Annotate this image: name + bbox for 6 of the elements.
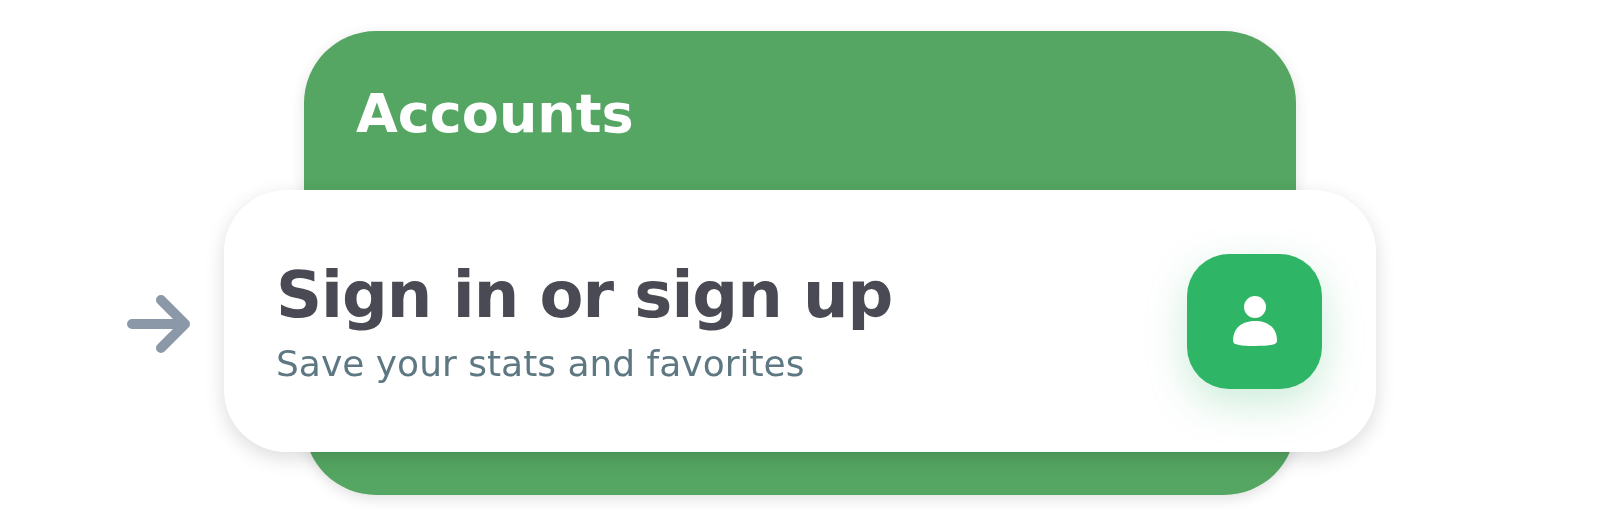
account-icon bbox=[1187, 253, 1322, 389]
arrow-right-icon bbox=[127, 295, 193, 353]
panel-title: Accounts bbox=[356, 81, 634, 147]
card-subtitle: Save your stats and favorites bbox=[276, 342, 806, 386]
card-title: Sign in or sign up bbox=[276, 257, 893, 334]
sign-in-card[interactable]: Sign in or sign up Save your stats and favorites bbox=[224, 190, 1376, 452]
